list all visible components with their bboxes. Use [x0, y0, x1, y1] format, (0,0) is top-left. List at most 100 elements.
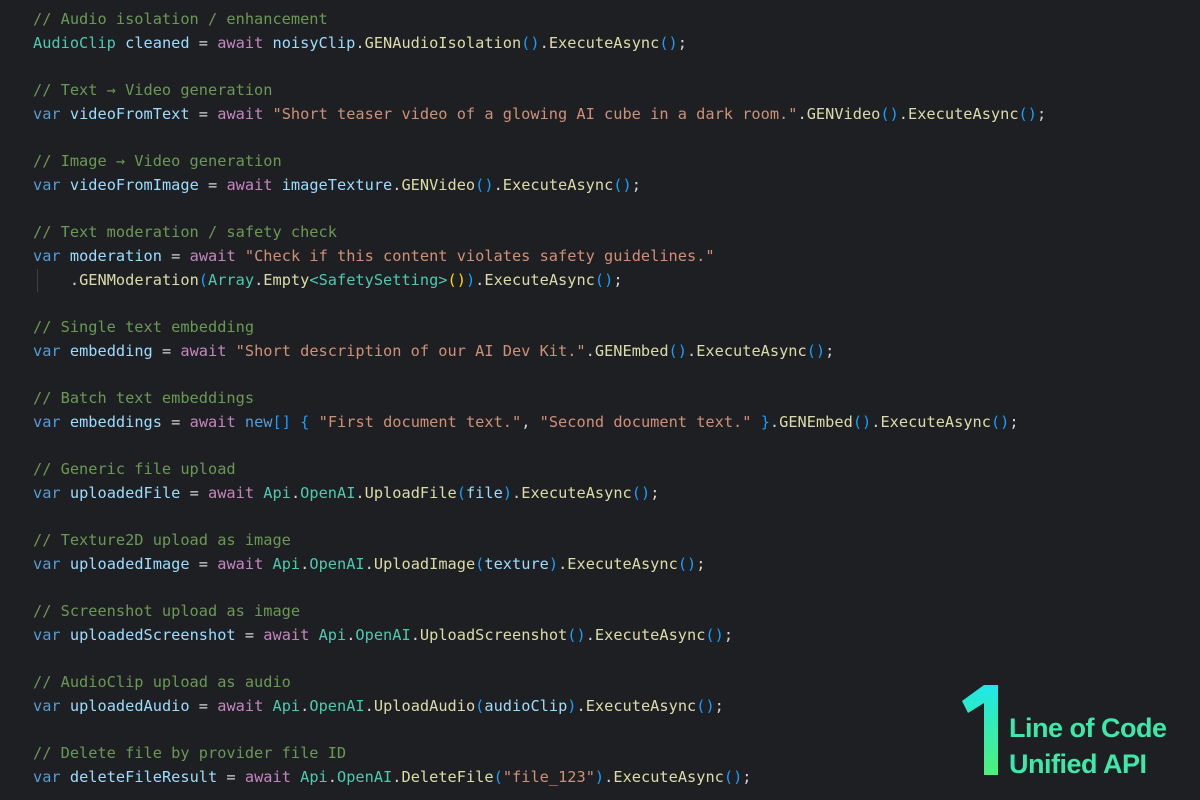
code-token: []: [272, 412, 291, 431]
code-token: =: [161, 246, 190, 265]
code-token: GENEmbed: [594, 341, 669, 360]
code-token: Api: [263, 483, 291, 502]
code-token: (): [613, 175, 632, 194]
code-line[interactable]: [33, 434, 1046, 458]
code-token: moderation: [69, 246, 162, 265]
code-token: await: [244, 768, 291, 786]
code-line[interactable]: var embedding = await "Short description…: [33, 340, 1046, 364]
code-line[interactable]: [33, 55, 1046, 79]
code-token: ;: [1036, 104, 1047, 123]
code-line[interactable]: // Text → Video generation: [33, 79, 1046, 103]
code-token: .: [355, 483, 365, 502]
code-token: ): [567, 696, 577, 715]
code-block[interactable]: // Audio isolation / enhancement AudioCli…: [33, 8, 1046, 790]
code-token: // AudioClip upload as audio: [33, 673, 291, 692]
code-token: OpenAI: [309, 554, 365, 573]
code-token: (): [723, 768, 743, 786]
code-token: // Delete file by provider file ID: [33, 744, 347, 763]
code-line[interactable]: var uploadedFile = await Api.OpenAI.Uplo…: [33, 482, 1046, 506]
code-line[interactable]: // Batch text embeddings: [33, 387, 1046, 411]
code-token: DeleteFile: [401, 768, 494, 786]
code-line[interactable]: // Image → Video generation: [33, 150, 1046, 174]
code-token: .: [539, 33, 549, 52]
code-token: var: [33, 554, 61, 573]
code-token: ExecuteAsync: [908, 104, 1019, 123]
code-token: await: [226, 175, 273, 194]
code-line[interactable]: [33, 198, 1046, 222]
code-line[interactable]: // Generic file upload: [33, 458, 1046, 482]
code-line[interactable]: AudioClip cleaned = await noisyClip.GENA…: [33, 32, 1046, 56]
code-token: (): [631, 483, 651, 502]
code-token: Api: [272, 696, 301, 715]
code-token: Api: [300, 768, 328, 786]
code-token: deleteFileResult: [69, 768, 218, 786]
code-token: .: [364, 554, 374, 573]
code-token: file: [465, 483, 503, 502]
code-line[interactable]: var uploadedImage = await Api.OpenAI.Upl…: [33, 553, 1046, 577]
code-token: ): [548, 554, 559, 573]
code-token: (): [696, 696, 715, 715]
code-token: AudioClip: [33, 33, 116, 52]
code-token: .: [290, 483, 301, 502]
code-token: <SafetySetting>: [309, 270, 448, 289]
code-token: ExecuteAsync: [585, 696, 697, 715]
code-line[interactable]: // Single text embedding: [33, 316, 1046, 340]
code-token: "Short description of our AI Dev Kit.": [235, 341, 586, 360]
code-line[interactable]: .GENModeration(Array.Empty<SafetySetting…: [33, 268, 1046, 293]
code-token: embeddings: [69, 412, 162, 431]
code-token: =: [217, 768, 245, 786]
code-token: await: [208, 483, 255, 502]
code-token: embedding: [69, 341, 153, 360]
code-line[interactable]: // Text moderation / safety check: [33, 221, 1046, 245]
code-line[interactable]: var uploadedScreenshot = await Api.OpenA…: [33, 624, 1046, 648]
code-token: await: [217, 104, 264, 123]
code-line[interactable]: var deleteFileResult = await Api.OpenAI.…: [33, 766, 1046, 790]
code-token: "Second document text.": [539, 412, 752, 431]
code-line[interactable]: // Screenshot upload as image: [33, 600, 1046, 624]
code-token: // Texture2D upload as image: [33, 531, 291, 550]
code-token: OpenAI: [309, 696, 365, 715]
code-line[interactable]: var embeddings = await new[] { "First do…: [33, 411, 1046, 435]
code-editor[interactable]: // Audio isolation / enhancement AudioCli…: [0, 0, 1200, 800]
code-line[interactable]: var videoFromImage = await imageTexture.…: [33, 174, 1046, 198]
code-token: OpenAI: [300, 483, 356, 502]
code-token: ;: [723, 625, 734, 644]
code-token: audioClip: [484, 696, 568, 715]
code-line[interactable]: // Texture2D upload as image: [33, 529, 1046, 553]
code-line[interactable]: [33, 505, 1046, 529]
code-line[interactable]: [33, 648, 1046, 672]
code-line[interactable]: var moderation = await "Check if this co…: [33, 245, 1046, 269]
code-token: ;: [613, 270, 623, 289]
code-token: var: [33, 696, 61, 715]
brand-line-1: Line of Code: [1009, 713, 1167, 743]
code-token: new: [244, 412, 273, 431]
code-token: ;: [677, 33, 687, 52]
code-line[interactable]: // Delete file by provider file ID: [33, 742, 1046, 766]
code-line[interactable]: // Audio isolation / enhancement: [33, 8, 1046, 32]
code-token: ;: [825, 341, 835, 360]
code-line[interactable]: var uploadedAudio = await Api.OpenAI.Upl…: [33, 695, 1046, 719]
code-token: // Image → Video generation: [33, 152, 282, 171]
code-line[interactable]: var videoFromText = await "Short teaser …: [33, 103, 1046, 127]
code-line[interactable]: [33, 577, 1046, 601]
code-token: // Generic file upload: [33, 460, 236, 479]
code-line[interactable]: [33, 126, 1046, 150]
code-token: .: [898, 104, 909, 123]
code-token: var: [33, 625, 61, 644]
code-token: =: [161, 412, 190, 431]
code-token: .: [558, 554, 568, 573]
code-line[interactable]: [33, 719, 1046, 743]
code-line[interactable]: // AudioClip upload as audio: [33, 671, 1046, 695]
code-token: cleaned: [125, 33, 190, 52]
code-line[interactable]: [33, 292, 1046, 316]
code-line[interactable]: [33, 363, 1046, 387]
code-token: .: [33, 270, 80, 289]
